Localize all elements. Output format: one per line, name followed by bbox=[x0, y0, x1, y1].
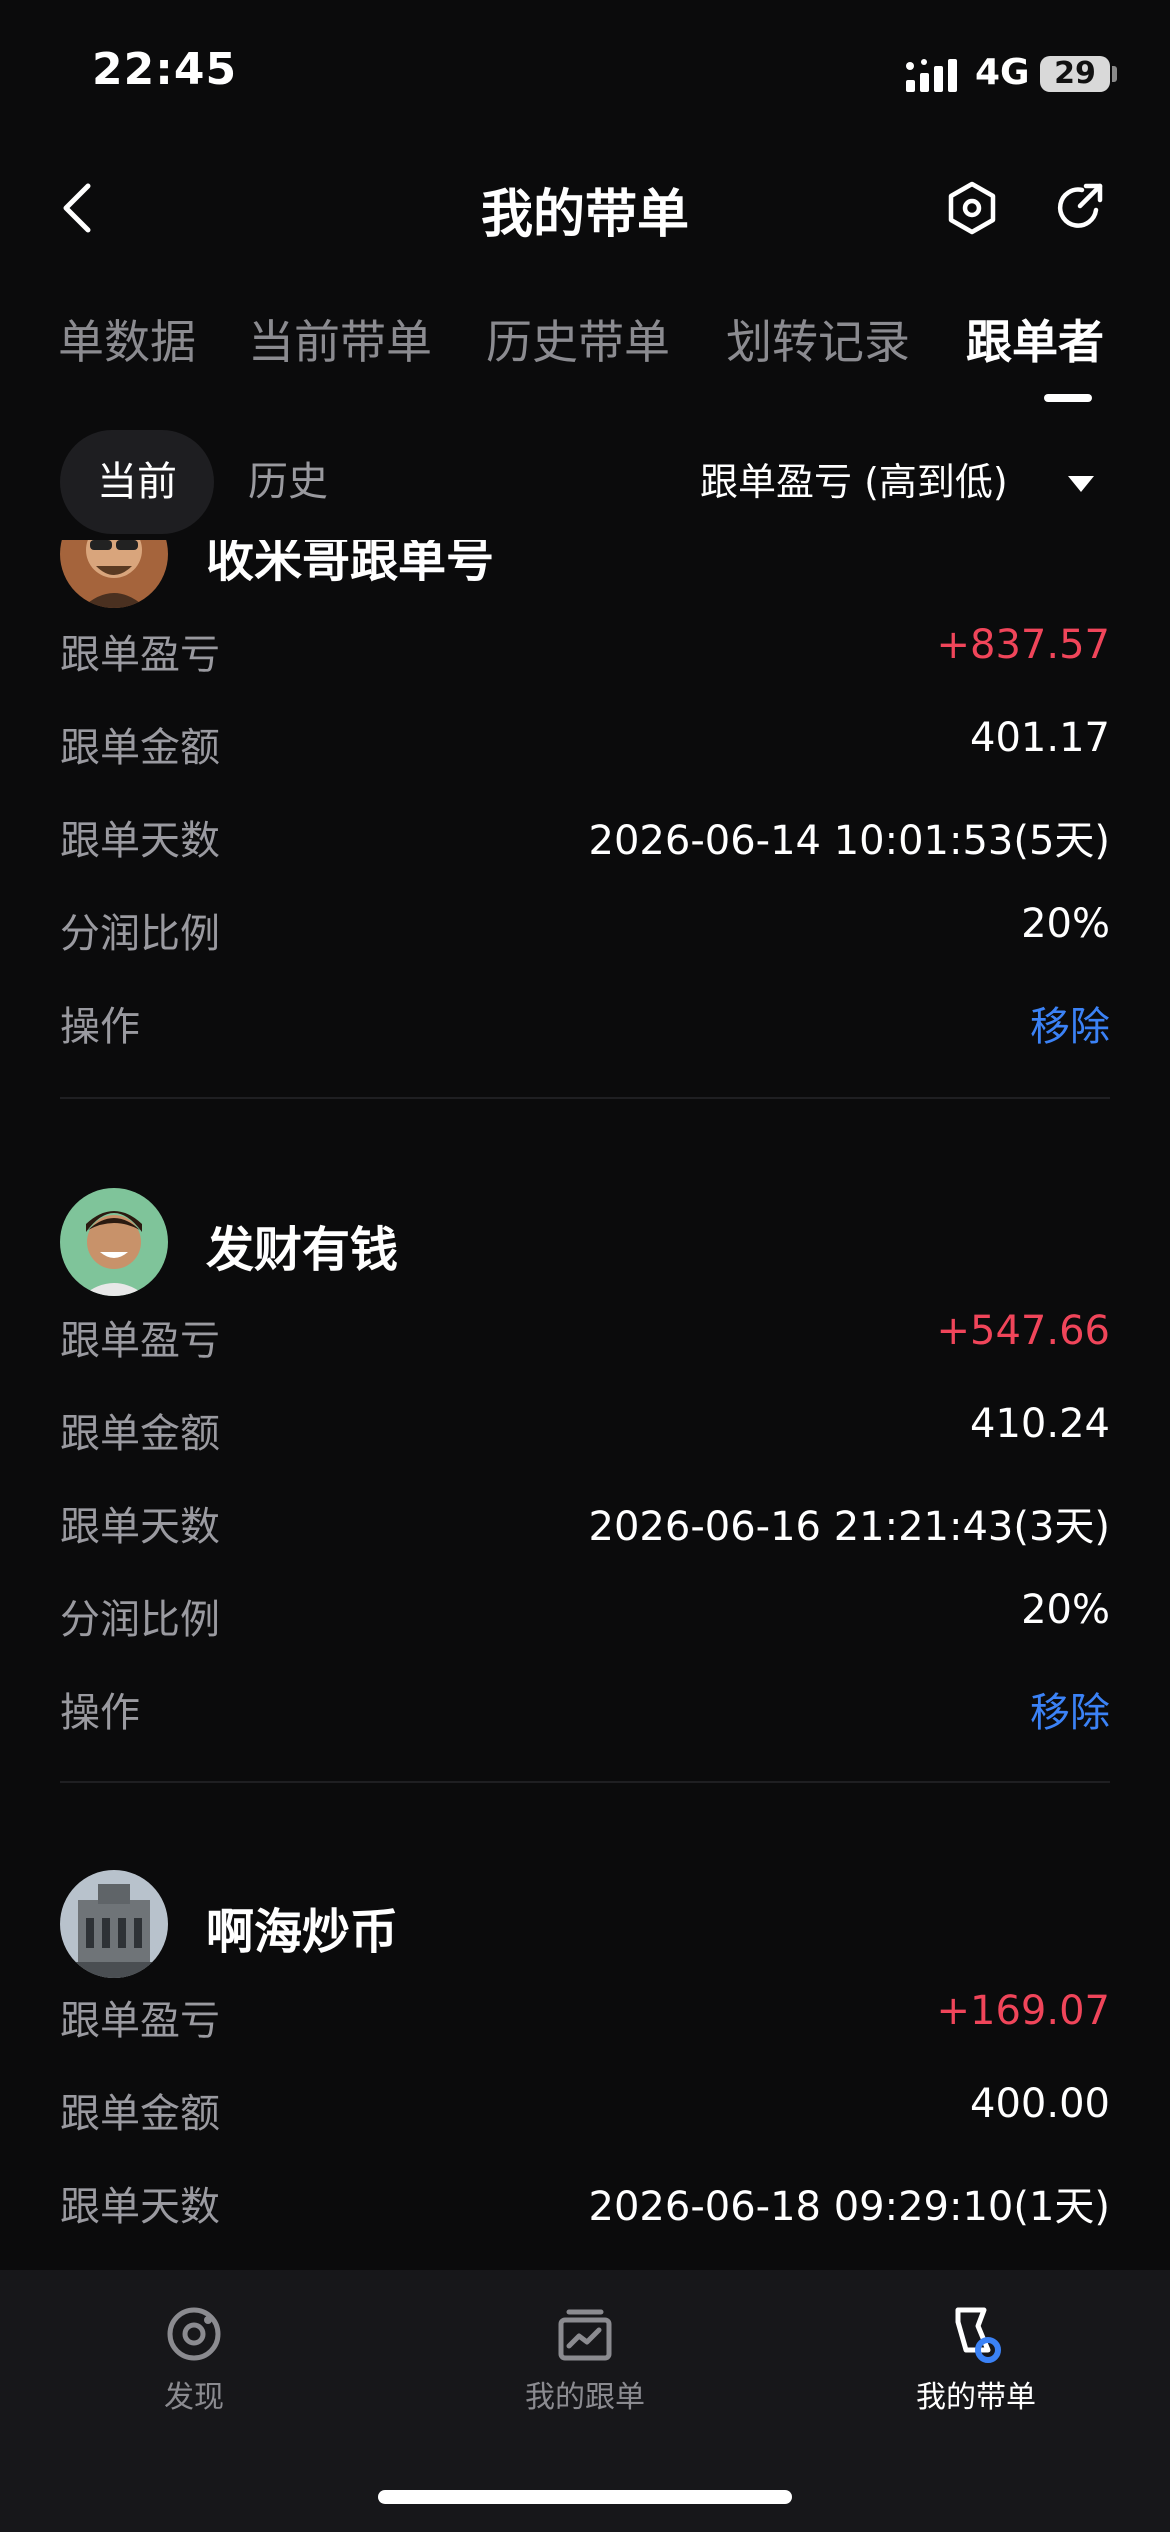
flag-icon[interactable] bbox=[944, 2302, 1008, 2366]
avatar bbox=[60, 1870, 168, 1978]
share-icon[interactable] bbox=[1052, 180, 1108, 236]
days-label: 跟单天数 bbox=[60, 1504, 220, 1550]
days-label: 跟单天数 bbox=[60, 818, 220, 864]
share-label: 分润比例 bbox=[60, 911, 220, 957]
tab-discover[interactable]: 发现 bbox=[74, 2372, 314, 2416]
tab-transfer-records[interactable]: 划转记录 bbox=[726, 306, 910, 372]
home-indicator bbox=[378, 2490, 792, 2504]
tab-current-orders[interactable]: 当前带单 bbox=[248, 306, 432, 372]
pnl-value: +837.57 bbox=[936, 622, 1110, 668]
active-tab-indicator bbox=[1044, 394, 1092, 402]
pnl-label: 跟单盈亏 bbox=[60, 1998, 220, 2044]
battery-icon: 29 bbox=[1040, 56, 1110, 92]
pnl-label: 跟单盈亏 bbox=[60, 632, 220, 678]
days-value: 2026-06-16 21:21:43(3天) bbox=[588, 1504, 1110, 1550]
pnl-value: +169.07 bbox=[936, 1988, 1110, 2034]
amount-label: 跟单金额 bbox=[60, 1411, 220, 1457]
amount-label: 跟单金额 bbox=[60, 2091, 220, 2137]
days-label: 跟单天数 bbox=[60, 2184, 220, 2230]
days-value: 2026-06-14 10:01:53(5天) bbox=[588, 818, 1110, 864]
remove-button[interactable]: 移除 bbox=[1030, 1680, 1110, 1738]
share-value: 20% bbox=[1021, 1587, 1110, 1633]
operation-label: 操作 bbox=[60, 1690, 140, 1736]
share-value: 20% bbox=[1021, 901, 1110, 947]
remove-button[interactable]: 移除 bbox=[1030, 994, 1110, 1052]
follower-list[interactable]: 收米哥跟单号 跟单盈亏 +837.57 跟单金额 401.17 跟单天数 202… bbox=[0, 540, 1170, 2270]
amount-value: 410.24 bbox=[970, 1401, 1110, 1447]
amount-label: 跟单金额 bbox=[60, 725, 220, 771]
pnl-label: 跟单盈亏 bbox=[60, 1318, 220, 1364]
operation-label: 操作 bbox=[60, 1004, 140, 1050]
signal-icon bbox=[906, 59, 957, 92]
battery-tip bbox=[1112, 66, 1117, 82]
chart-icon[interactable] bbox=[553, 2302, 617, 2366]
share-label: 分润比例 bbox=[60, 1597, 220, 1643]
amount-value: 401.17 bbox=[970, 715, 1110, 761]
tab-history-orders[interactable]: 历史带单 bbox=[486, 306, 670, 372]
sort-dropdown[interactable]: 跟单盈亏 (高到低) bbox=[700, 430, 1008, 534]
status-time: 22:45 bbox=[92, 44, 238, 95]
tab-my-lead[interactable]: 我的带单 bbox=[856, 2372, 1096, 2416]
discover-icon[interactable] bbox=[162, 2302, 226, 2366]
segment-current[interactable]: 当前 bbox=[60, 430, 214, 534]
tab-my-follow[interactable]: 我的跟单 bbox=[465, 2372, 705, 2416]
tab-data[interactable]: 单数据 bbox=[58, 306, 196, 372]
follower-name: 收米哥跟单号 bbox=[206, 540, 495, 588]
divider bbox=[60, 1097, 1110, 1099]
pnl-value: +547.66 bbox=[936, 1308, 1110, 1354]
follower-name: 发财有钱 bbox=[206, 1222, 399, 1278]
settings-icon[interactable] bbox=[944, 180, 1000, 236]
caret-down-icon[interactable] bbox=[1068, 476, 1094, 492]
divider bbox=[60, 1781, 1110, 1783]
amount-value: 400.00 bbox=[970, 2081, 1110, 2127]
segment-history[interactable]: 历史 bbox=[248, 430, 328, 534]
avatar bbox=[60, 1188, 168, 1296]
network-label: 4G bbox=[975, 52, 1030, 93]
days-value: 2026-06-18 09:29:10(1天) bbox=[588, 2184, 1110, 2230]
tab-followers[interactable]: 跟单者 bbox=[966, 306, 1104, 372]
avatar bbox=[60, 540, 168, 608]
follower-name: 啊海炒币 bbox=[206, 1904, 399, 1960]
